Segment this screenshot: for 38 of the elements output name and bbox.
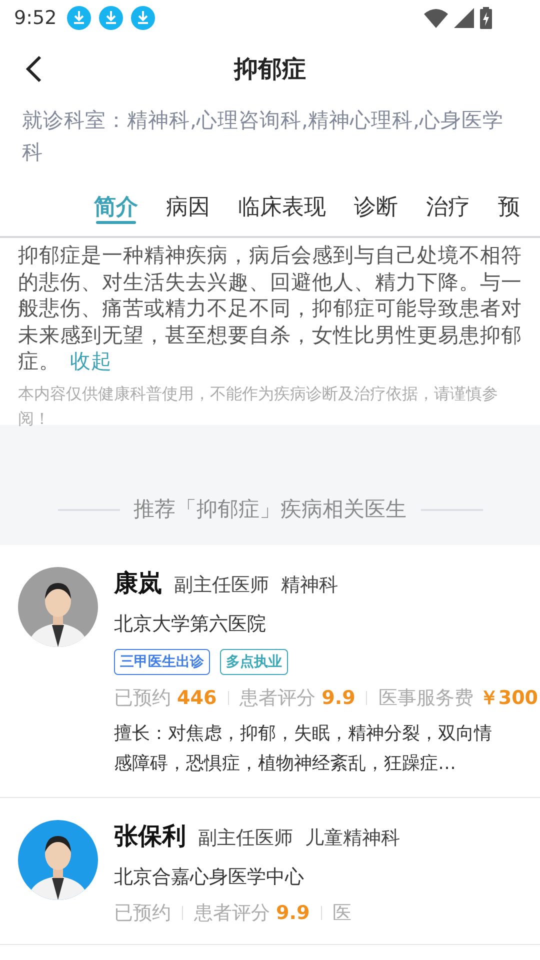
disclaimer-text: 本内容仅供健康科普使用，不能作为疾病诊断及治疗依据，请谨慎参阅！ xyxy=(18,382,499,430)
stat-value: 9.9 xyxy=(276,902,310,924)
stat-label: 医事服务费 xyxy=(378,686,474,711)
doctor-department: 精神科 xyxy=(281,573,338,598)
signal-icon xyxy=(454,8,474,28)
stat-label: 患者评分 xyxy=(194,901,270,926)
hospital-name: 北京合嘉心身医学中心 xyxy=(114,865,305,890)
stat-label: 医 xyxy=(332,901,352,926)
intro-paragraph: 抑郁症是一种精神疾病，病后会感到与自己处境不相符的悲伤、对生活失去兴趣、回避他人、精力下降。与一般悲伤、痛苦或精力不足不同，抑郁症可能导致患者对未来感到无望，甚至想要自杀，女性比男性更易患抑郁症。 收起 xyxy=(18,242,522,374)
stat-value: 9.9 xyxy=(322,687,356,709)
tab[interactable]: 治疗 xyxy=(426,184,470,230)
doctor-title: 副主任医师 xyxy=(174,573,269,598)
download-icon xyxy=(98,6,123,30)
doctor-tag: 三甲医生出诊 xyxy=(114,649,210,675)
tab[interactable]: 临床表现 xyxy=(238,184,326,230)
doctor-name[interactable]: 康岚 xyxy=(114,567,162,599)
expertise-text: 擅长：对焦虑，抑郁，失眠，精神分裂，双向情感障碍，恐惧症，植物神经紊乱，狂躁症… xyxy=(114,722,493,776)
stat-label: 已预约 xyxy=(114,686,171,711)
stat-label: 患者评分 xyxy=(240,686,316,711)
stat-label: 已预约 xyxy=(114,901,171,926)
tab[interactable]: 预 xyxy=(498,184,520,230)
tab[interactable]: 病因 xyxy=(166,184,210,230)
battery-icon xyxy=(480,7,492,29)
page-title: 抑郁症 xyxy=(234,54,306,85)
stat-value: ￥300 xyxy=(479,686,538,711)
doctor-title: 副主任医师 xyxy=(198,826,293,851)
doctor-name[interactable]: 张保利 xyxy=(114,820,186,852)
doctor-tag: 多点执业 xyxy=(220,649,288,675)
stat-value: 446 xyxy=(177,687,217,709)
download-icon xyxy=(66,6,91,30)
download-icon xyxy=(130,6,155,30)
wifi-icon xyxy=(424,8,448,28)
departments-text: 就诊科室：精神科,心理咨询科,精神心理科,心身医学科 xyxy=(21,107,505,166)
doctor-department: 儿童精神科 xyxy=(305,826,400,851)
section-heading: 推荐「抑郁症」疾病相关医生 xyxy=(134,496,406,523)
status-time: 9:52 xyxy=(14,7,57,29)
tab[interactable]: 诊断 xyxy=(354,184,398,230)
hospital-name: 北京大学第六医院 xyxy=(114,612,267,637)
